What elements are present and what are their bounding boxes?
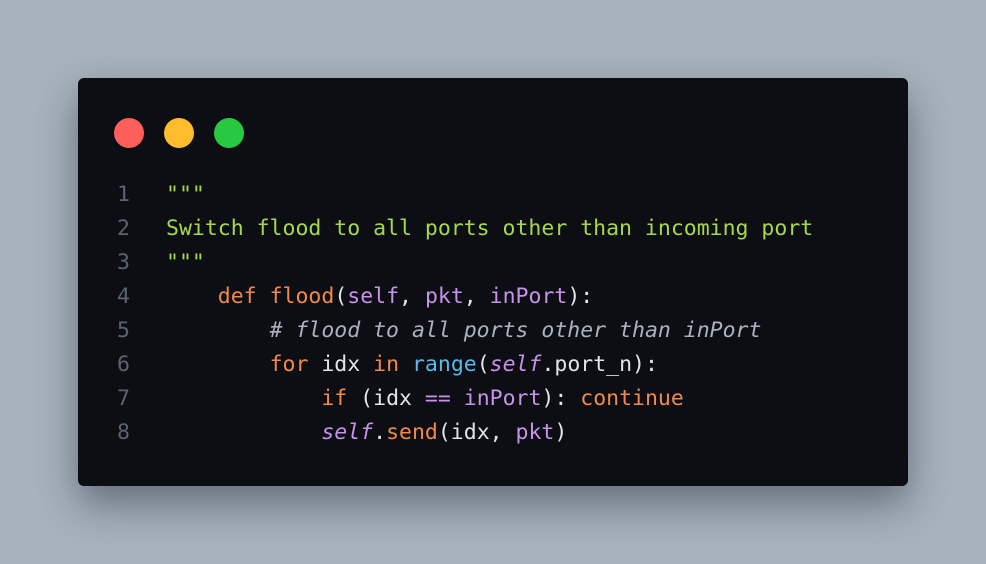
code-token-comment: # flood to all ports other than inPort [269,318,762,343]
line-number: 3 [117,250,130,275]
code-token-plain: , [463,284,490,309]
code-token-plain: (idx [347,386,425,411]
code-line: 6 for idx in range(self.port_n): [78,348,908,382]
code-token-self: self [489,352,542,377]
line-number: 6 [117,352,130,377]
code-token-param: self [347,284,400,309]
code-line: 3 """ [78,246,908,280]
line-number: 2 [117,216,130,241]
code-token-string: """ [166,182,205,207]
code-token-plain: . [373,420,387,445]
code-token-plain: ): [567,284,594,309]
code-editor[interactable]: 1 """ 2 Switch flood to all ports other tha… [78,178,908,450]
window-controls [114,118,244,148]
code-window: 1 """ 2 Switch flood to all ports other tha… [78,78,908,486]
code-token-plain: ): [541,386,581,411]
line-number: 4 [117,284,130,309]
code-line: 8 self.send(idx, pkt) [78,416,908,450]
code-token-keyword: if [321,386,348,411]
code-token-keyword: for [269,352,309,377]
minimize-button[interactable] [164,118,194,148]
code-token-keyword: def [217,284,257,309]
code-line: 1 """ [78,178,908,212]
code-token-keyword: in [373,352,400,377]
code-text: Switch flood to all ports other than inc… [166,212,813,246]
code-text: for idx in range(self.port_n): [166,348,658,382]
code-token-plain: .port_n): [541,352,658,377]
code-token-param: inPort [463,386,542,411]
code-line: 2 Switch flood to all ports other than in… [78,212,908,246]
code-text: self.send(idx, pkt) [166,416,567,450]
code-token-string: """ [166,250,205,275]
code-token-plain: ) [554,420,568,445]
code-token-plain: , [399,284,425,309]
close-button[interactable] [114,118,144,148]
code-token-plain: ( [334,284,348,309]
code-token-func: flood [269,284,335,309]
code-text: if (idx == inPort): continue [166,382,684,416]
code-token-plain: idx [308,352,374,377]
code-line: 5 # flood to all ports other than inPort [78,314,908,348]
line-number: 5 [117,318,130,343]
code-token-param: pkt [515,420,555,445]
code-token-plain: ( [476,352,490,377]
line-number: 1 [117,182,130,207]
code-text: # flood to all ports other than inPort [166,314,762,348]
code-text: """ [166,246,205,280]
code-line: 7 if (idx == inPort): continue [78,382,908,416]
code-token-param: pkt [424,284,464,309]
code-token-builtin: range [411,352,477,377]
code-text: def flood(self, pkt, inPort): [166,280,593,314]
line-number: 8 [117,420,130,445]
code-token-string: Switch flood to all ports other than inc… [166,216,814,241]
code-token-param: inPort [489,284,568,309]
maximize-button[interactable] [214,118,244,148]
code-token-keyword: continue [580,386,684,411]
code-text: """ [166,178,205,212]
code-token-self: self [321,420,374,445]
code-token-func: send [386,420,438,445]
code-token-op: == [424,386,451,411]
line-number: 7 [117,386,130,411]
code-token-plain: (idx, [437,420,516,445]
code-line: 4 def flood(self, pkt, inPort): [78,280,908,314]
